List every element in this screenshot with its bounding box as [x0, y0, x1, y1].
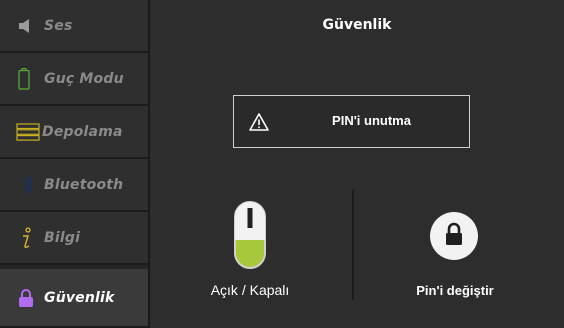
sidebar-item-label: Depolama: [42, 123, 123, 140]
sidebar-item-label: Guç Modu: [44, 70, 124, 87]
lock-icon: [18, 285, 38, 311]
main-panel: Güvenlik PIN'i unutma Açık / Kapalı Pin'…: [150, 0, 564, 328]
warning-icon: [249, 112, 269, 132]
sidebar-item-bluetooth[interactable]: Bluetooth: [0, 159, 148, 212]
page-title: Güvenlik: [322, 17, 392, 33]
sidebar-item-label: Ses: [44, 17, 73, 34]
sidebar-item-security[interactable]: Güvenlik: [0, 269, 148, 328]
sidebar-item-power-mode[interactable]: Guç Modu: [0, 53, 148, 106]
change-pin-label: Pin'i değiştir: [416, 283, 494, 298]
bluetooth-icon: [22, 172, 36, 198]
settings-screen: Ses Guç Modu Depolama Bluetooth Bilgi Gü…: [0, 0, 564, 328]
storage-icon: [16, 119, 40, 145]
change-pin-button[interactable]: [430, 212, 478, 260]
sidebar: Ses Guç Modu Depolama Bluetooth Bilgi Gü…: [0, 0, 150, 328]
sidebar-item-storage[interactable]: Depolama: [0, 106, 148, 159]
sidebar-item-info[interactable]: Bilgi: [0, 212, 148, 265]
divider: [352, 190, 354, 300]
forget-pin-warning[interactable]: PIN'i unutma: [233, 95, 470, 148]
speaker-icon: [18, 13, 38, 39]
lock-icon: [444, 222, 464, 251]
sidebar-item-label: Güvenlik: [44, 289, 115, 306]
battery-icon: [18, 66, 38, 92]
info-icon: [18, 225, 38, 251]
warning-text: PIN'i unutma: [332, 113, 411, 128]
sidebar-item-sound[interactable]: Ses: [0, 0, 148, 53]
sidebar-item-label: Bluetooth: [44, 176, 124, 193]
pin-toggle-switch[interactable]: [230, 200, 300, 270]
toggle-label: Açık / Kapalı: [210, 282, 290, 298]
sidebar-item-label: Bilgi: [44, 229, 81, 246]
